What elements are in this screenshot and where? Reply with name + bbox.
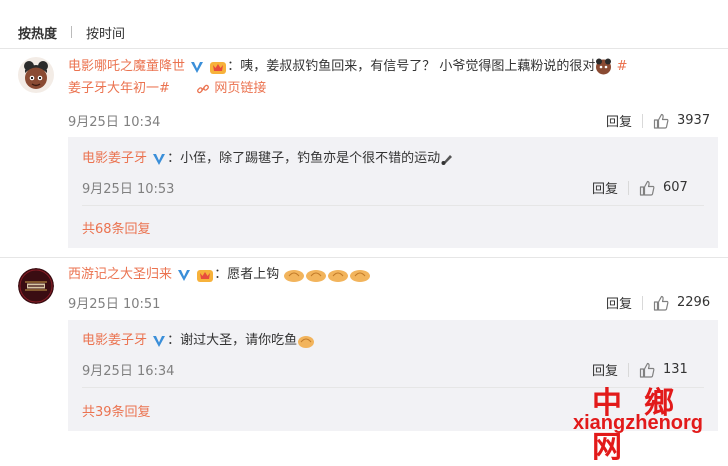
reply-button[interactable]: 回复 xyxy=(592,360,618,379)
avatar-dasheng[interactable] xyxy=(18,268,54,304)
like-count: 3937 xyxy=(677,113,711,128)
reply-button[interactable]: 回复 xyxy=(606,293,632,312)
avatar-nezha[interactable] xyxy=(18,57,54,93)
divider xyxy=(0,48,728,49)
thumbs-up-icon xyxy=(653,295,669,311)
reply-text-1: 电影姜子牙 ：小侄，除了踢毽子，钓鱼亦是个很不错的运动 xyxy=(82,149,454,169)
action-divider xyxy=(642,295,644,310)
reply-body: ：小侄，除了踢毽子，钓鱼亦是个很不错的运动 xyxy=(167,151,441,166)
like-count: 2296 xyxy=(677,295,711,310)
like-count: 131 xyxy=(663,362,688,377)
link-chain-icon xyxy=(197,84,210,93)
thumbs-up-icon xyxy=(639,180,655,196)
thumbs-up-icon xyxy=(639,362,655,378)
action-divider xyxy=(628,180,630,195)
comment-body: ：咦，姜叔叔钓鱼回来，有信号了？ 小爷觉得图上藕粉说的很对 xyxy=(227,59,596,74)
nezha-face-emoji-icon xyxy=(596,58,612,75)
monkey-king-logo-icon xyxy=(18,268,54,304)
comment-actions: 回复 2296 xyxy=(606,293,710,312)
verified-v-icon xyxy=(153,335,166,347)
comment-text-1: 电影哪吒之魔童降世 ：咦，姜叔叔钓鱼回来，有信号了？ 小爷觉得图上藕粉说的很对 … xyxy=(68,56,718,100)
member-crown-icon xyxy=(197,269,214,282)
action-divider xyxy=(628,362,630,377)
verified-v-icon xyxy=(178,269,191,281)
verified-v-icon xyxy=(189,58,206,75)
reply-button[interactable]: 回复 xyxy=(592,178,618,197)
like-count: 607 xyxy=(663,180,688,195)
fist-salute-emoji-icon xyxy=(284,269,305,282)
reply-time: 9月25日 16:34 xyxy=(82,364,175,379)
member-crown-icon xyxy=(210,61,227,74)
hashtag-link[interactable]: # xyxy=(617,59,628,74)
action-divider xyxy=(642,113,644,128)
reply-text-2: 电影姜子牙 ：谢过大圣，请你吃鱼 xyxy=(82,331,315,351)
sort-by-hot-tab[interactable]: 按热度 xyxy=(18,23,57,42)
reply-body: ：谢过大圣，请你吃鱼 xyxy=(167,333,298,348)
reply-username[interactable]: 电影姜子牙 xyxy=(82,333,147,348)
comment-body: ：愿者上钩 xyxy=(214,267,280,282)
fist-salute-emoji-icon xyxy=(298,335,315,348)
comment-actions: 回复 3937 xyxy=(606,111,710,130)
nezha-avatar-icon xyxy=(18,57,54,93)
like-button[interactable]: 131 xyxy=(639,362,688,378)
reply-box: 电影姜子牙 ：小侄，除了踢毽子，钓鱼亦是个很不错的运动 9月25日 10:53 … xyxy=(68,137,718,248)
fist-salute-emoji-icon xyxy=(350,269,371,282)
hashtag-link[interactable]: 姜子牙大年初一# xyxy=(68,81,170,96)
sort-divider xyxy=(71,26,73,38)
reply-button[interactable]: 回复 xyxy=(606,111,632,130)
more-replies-link[interactable]: 共39条回复 xyxy=(82,401,151,420)
sort-bar: 按热度 按时间 xyxy=(18,22,125,42)
watermark-logo-domain: xiangzhenorg xyxy=(573,412,704,434)
comment-username[interactable]: 西游记之大圣归来 xyxy=(68,267,172,282)
reply-actions: 回复 131 xyxy=(592,360,688,379)
reply-username[interactable]: 电影姜子牙 xyxy=(82,151,147,166)
reply-time: 9月25日 10:53 xyxy=(82,182,175,197)
verified-v-icon xyxy=(153,153,166,165)
comment-text-2: 西游记之大圣归来 ：愿者上钩 xyxy=(68,264,371,286)
comment-username[interactable]: 电影哪吒之魔童降世 xyxy=(68,59,185,74)
divider xyxy=(0,257,728,258)
web-link[interactable]: 网页链接 xyxy=(214,81,266,96)
thumbs-up-icon xyxy=(653,113,669,129)
more-replies-link[interactable]: 共68条回复 xyxy=(82,218,151,237)
emoji-group xyxy=(283,267,371,282)
fist-salute-emoji-icon xyxy=(306,269,327,282)
fist-salute-emoji-icon xyxy=(328,269,349,282)
like-button[interactable]: 2296 xyxy=(653,295,710,311)
reply-actions: 回复 607 xyxy=(592,178,688,197)
comment-time: 9月25日 10:51 xyxy=(68,297,161,312)
comment-time: 9月25日 10:34 xyxy=(68,115,161,130)
shuttlecock-emoji-icon xyxy=(441,154,453,165)
sort-by-time-tab[interactable]: 按时间 xyxy=(86,23,125,42)
like-button[interactable]: 607 xyxy=(639,180,688,196)
divider xyxy=(82,205,704,206)
like-button[interactable]: 3937 xyxy=(653,113,710,129)
